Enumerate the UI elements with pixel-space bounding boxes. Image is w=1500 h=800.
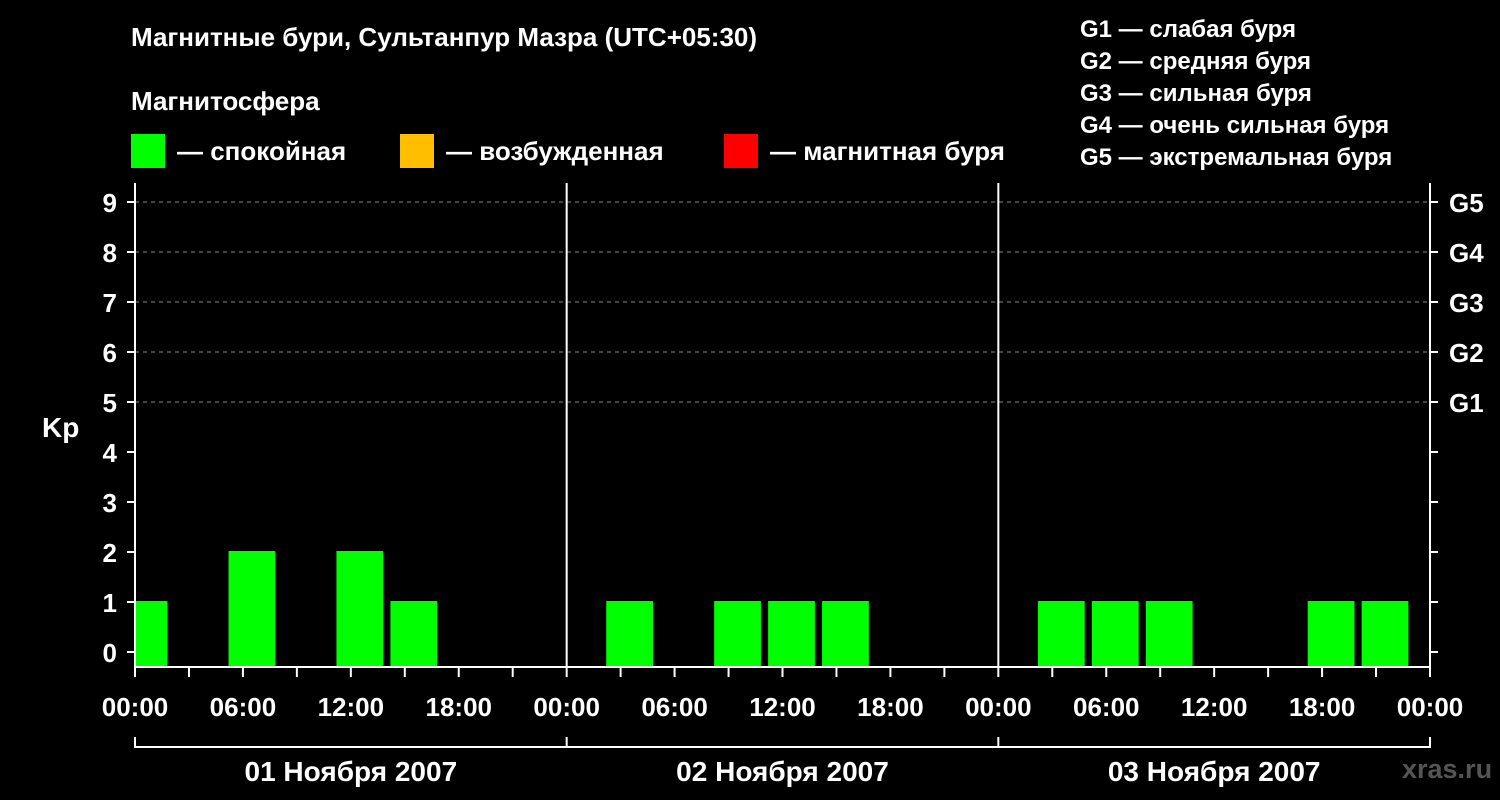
kp-bar bbox=[1145, 601, 1193, 667]
x-tick-label: 06:00 bbox=[641, 692, 708, 722]
y-tick-label: 0 bbox=[103, 638, 117, 668]
kp-bar bbox=[1307, 601, 1355, 667]
y-tick-label: 9 bbox=[103, 188, 117, 218]
y-tick-label: 5 bbox=[103, 388, 117, 418]
y-tick-label: 1 bbox=[103, 588, 117, 618]
kp-bar bbox=[1361, 601, 1409, 667]
kp-bar bbox=[768, 601, 815, 667]
x-tick-label: 18:00 bbox=[426, 692, 493, 722]
y-tick-label: 6 bbox=[103, 338, 117, 368]
kp-chart: 0 1 2 3 4 5 6 7 8 9 G1 G2 G3 G4 G5 00:00 06:00 12:00 18:00… bbox=[102, 183, 1484, 787]
y-tick-label: 4 bbox=[103, 438, 118, 468]
x-tick-label: 12:00 bbox=[749, 692, 816, 722]
g-level-label: G5 bbox=[1449, 188, 1484, 218]
kp-bar bbox=[1091, 601, 1139, 667]
kp-bar bbox=[228, 551, 276, 667]
day-label: 03 Ноября 2007 bbox=[1108, 756, 1321, 787]
day-label: 02 Ноября 2007 bbox=[676, 756, 889, 787]
x-tick-label: 18:00 bbox=[1289, 692, 1356, 722]
y-tick-label: 7 bbox=[103, 288, 117, 318]
x-tick-label: 00:00 bbox=[102, 692, 169, 722]
kp-bar bbox=[822, 601, 869, 667]
g-level-label: G1 bbox=[1449, 388, 1484, 418]
kp-bar bbox=[390, 601, 438, 667]
x-tick-label: 12:00 bbox=[1181, 692, 1248, 722]
x-tick-label: 18:00 bbox=[857, 692, 924, 722]
kp-bar bbox=[135, 601, 168, 667]
x-tick-label: 12:00 bbox=[318, 692, 385, 722]
watermark: xras.ru bbox=[1402, 754, 1493, 784]
y-tick-label: 3 bbox=[103, 488, 117, 518]
kp-bar bbox=[714, 601, 761, 667]
x-tick-label: 06:00 bbox=[1073, 692, 1140, 722]
kp-bar bbox=[336, 551, 384, 667]
g-level-label: G4 bbox=[1449, 238, 1484, 268]
y-tick-label: 2 bbox=[103, 538, 117, 568]
x-tick-label: 00:00 bbox=[533, 692, 600, 722]
g-level-label: G2 bbox=[1449, 338, 1484, 368]
kp-bar bbox=[606, 601, 653, 667]
g-level-label: G3 bbox=[1449, 288, 1484, 318]
kp-bar bbox=[1037, 601, 1085, 667]
day-label: 01 Ноября 2007 bbox=[245, 756, 458, 787]
x-tick-label: 00:00 bbox=[965, 692, 1032, 722]
x-tick-label: 06:00 bbox=[210, 692, 277, 722]
x-tick-label: 00:00 bbox=[1397, 692, 1464, 722]
y-tick-label: 8 bbox=[103, 238, 117, 268]
